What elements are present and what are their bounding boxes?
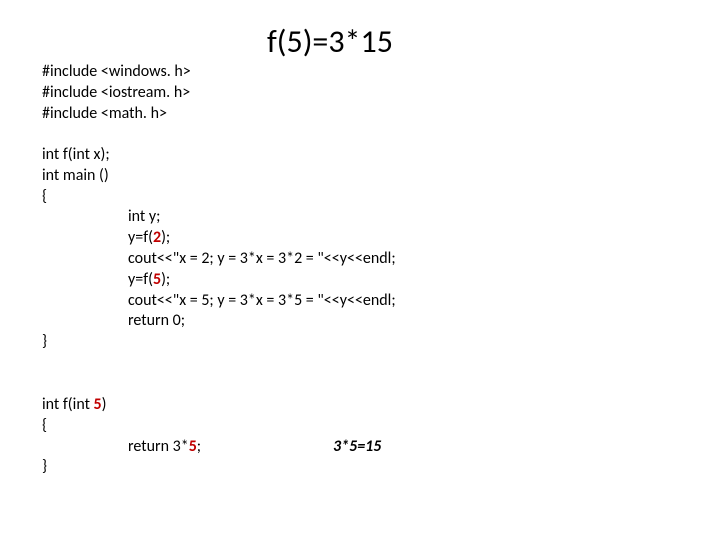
code-line: { bbox=[42, 187, 396, 208]
code-line: { bbox=[42, 416, 201, 437]
code-line: int y; bbox=[42, 207, 396, 228]
code-line: } bbox=[42, 332, 396, 353]
slide-title: f(5)=3*15 bbox=[267, 22, 393, 61]
include-line: #include <iostream. h> bbox=[42, 83, 191, 104]
code-line: y=f(2); bbox=[42, 228, 396, 249]
code-line: } bbox=[42, 457, 201, 478]
function-code-block: int f(int 5) { return 3*5; } bbox=[42, 395, 201, 478]
include-line: #include <windows. h> bbox=[42, 62, 191, 83]
include-block: #include <windows. h> #include <iostream… bbox=[42, 62, 191, 124]
code-line: int main () bbox=[42, 166, 396, 187]
code-line: int f(int 5) bbox=[42, 395, 201, 416]
code-line: cout<<"x = 5; y = 3*x = 3*5 = "<<y<<endl… bbox=[42, 291, 396, 312]
highlight-arg: 2 bbox=[153, 228, 161, 247]
include-line: #include <math. h> bbox=[42, 104, 191, 125]
inline-annotation: 3*5=15 bbox=[333, 437, 381, 456]
highlight-arg: 5 bbox=[153, 270, 161, 289]
highlight-val: 5 bbox=[189, 437, 197, 456]
main-code-block: int f(int x); int main () { int y; y=f(2… bbox=[42, 145, 396, 353]
code-line: y=f(5); bbox=[42, 270, 396, 291]
highlight-param: 5 bbox=[94, 395, 102, 414]
code-line: int f(int x); bbox=[42, 145, 396, 166]
code-line: return 0; bbox=[42, 311, 396, 332]
code-line: cout<<"x = 2; y = 3*x = 3*2 = "<<y<<endl… bbox=[42, 249, 396, 270]
code-line: return 3*5; bbox=[42, 437, 201, 458]
